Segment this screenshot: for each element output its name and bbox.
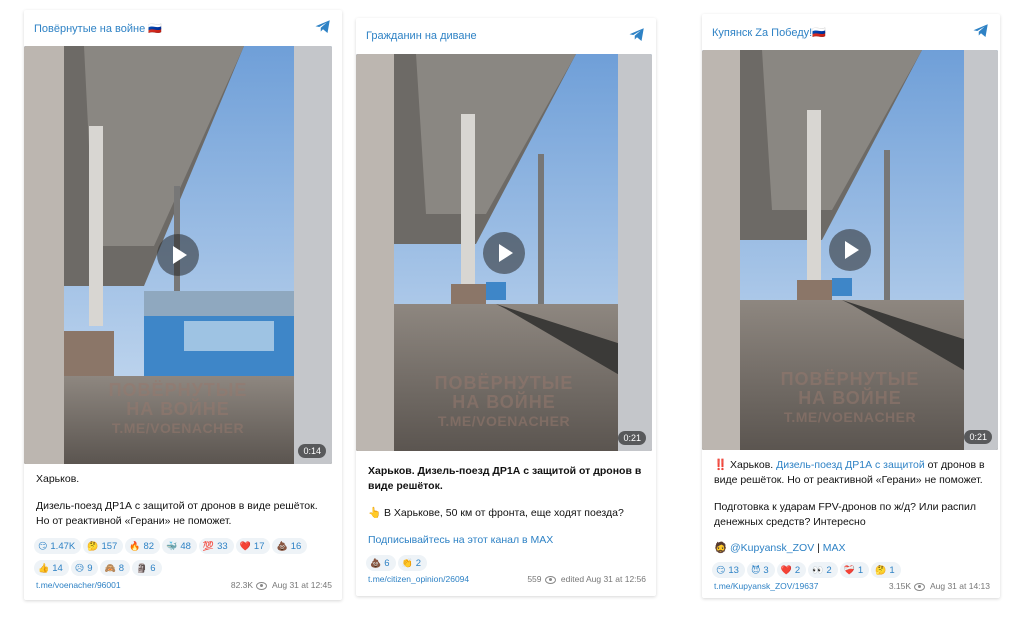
video-duration: 0:14 [298,444,326,458]
video-thumbnail[interactable]: ПОВЁРНУТЫЕ НА ВОЙНЕ T.ME/VOENACHER 0:21 [356,54,652,451]
post-text: ‼️ Харьков. Дизель-поезд ДР1А с защитой … [714,459,985,528]
play-button[interactable] [483,231,525,274]
thumbs-up-emoji-icon: 👍 [38,563,50,573]
telegram-icon[interactable] [972,22,990,40]
heart-emoji-icon: ❤️ [780,565,792,575]
reaction-emoji-icon: 🐳 [166,541,178,551]
video-thumbnail[interactable]: ПОВЁРНУТЫЕ НА ВОЙНЕ T.ME/VOENACHER 0:21 [702,50,998,450]
broken-heart-emoji-icon: ❤️‍🩹 [843,565,855,575]
watermark: ПОВЁРНУТЫЕ НА ВОЙНЕ T.ME/VOENACHER [780,369,920,426]
reaction-chip[interactable]: 💩 16 [272,538,308,554]
smirk-emoji-icon: 😏 [716,565,726,575]
play-button[interactable] [157,234,199,276]
reaction-chip[interactable]: 😈 3 [746,562,775,578]
view-count: 82.3K [230,580,254,590]
post-footer: t.me/Kupyansk_ZOV/19637 3.15K Aug 31 at … [714,581,990,595]
eye-icon [544,575,556,584]
signature: 🧔 @Kupyansk_ZOV | MAX [714,542,846,554]
reaction-chip[interactable]: 😏 1.47K [34,538,82,554]
double-exclamation-icon: ‼️ [714,459,728,471]
signature-handle[interactable]: @Kupyansk_ZOV [730,542,814,554]
poo-emoji-icon: 💩 [370,558,382,568]
post-text: Харьков. Дизель-поезд ДР1А с защитой от … [368,465,642,492]
crying-emoji-icon: 😥 [74,563,85,573]
fire-emoji-icon: 🔥 [129,541,141,551]
reaction-chip[interactable]: 👍 14 [34,560,69,576]
post-meta: 82.3K Aug 31 at 12:45 [231,580,332,590]
reaction-chip[interactable]: 🤔 157 [83,538,124,554]
post-date: Aug 31 at 12:56 [585,574,646,584]
eye-icon [914,582,926,591]
channel-name[interactable]: Гражданин на диване [366,30,477,42]
reaction-chip[interactable]: ❤️ 17 [235,538,271,554]
video-duration: 0:21 [618,431,646,445]
reaction-chip[interactable]: 🐳 48 [162,538,197,554]
eye-icon [256,581,268,590]
reaction-chip[interactable]: 🤔 1 [871,562,901,578]
smirk-emoji-icon: 😏 [38,541,48,551]
reaction-chip[interactable]: 👀 2 [808,562,838,578]
post-header: Купянск Za Победу!🇷🇺 [712,14,990,50]
reaction-chip[interactable]: 👏 2 [397,555,428,571]
reaction-chip[interactable]: 😏 13 [712,562,745,578]
reaction-chip[interactable]: ❤️ 2 [776,562,807,578]
post-footer: t.me/voenacher/96001 82.3K Aug 31 at 12:… [36,580,332,594]
post-date: Aug 31 at 14:13 [929,581,990,591]
view-count: 559 [527,574,542,584]
channel-name[interactable]: Купянск Za Победу!🇷🇺 [712,26,826,39]
reaction-chip[interactable]: 🗿 6 [132,560,162,576]
reactions: 😏 13 😈 3 ❤️ 2 👀 2 ❤️‍🩹 1 🤔 1 [712,560,990,582]
reaction-chip[interactable]: 💩 6 [366,555,396,571]
post-date: Aug 31 at 12:45 [271,580,332,590]
play-button[interactable] [829,229,871,271]
thinking-emoji-icon: 🤔 [87,541,99,551]
telegram-icon[interactable] [628,26,646,44]
poo-emoji-icon: 💩 [276,541,288,551]
reaction-chip[interactable]: 😥 9 [70,560,99,576]
view-count: 3.15K [888,581,912,591]
post-meta: 3.15K Aug 31 at 14:13 [889,581,990,591]
heart-emoji-icon: ❤️ [239,541,251,551]
post-card-2: Гражданин на диване ПОВЁРНУТЫЕ НА ВОЙНЕ … [356,18,656,596]
post-text: Харьков. Дизель-поезд ДР1А с защитой от … [36,473,318,527]
post-header: Гражданин на диване [366,18,646,54]
post-meta: 559 edited Aug 31 at 12:56 [527,574,646,584]
watermark: ПОВЁРНУТЫЕ НА ВОЙНЕ T.ME/VOENACHER [108,380,248,437]
subscribe-link[interactable]: Подписывайтесь на этот канал в MAX [368,533,644,548]
telegram-icon[interactable] [314,18,332,36]
reaction-chip[interactable]: 🔥 82 [125,538,161,554]
reaction-chip[interactable]: 💯 33 [198,538,234,554]
see-no-evil-emoji-icon: 🙈 [104,563,116,573]
reactions: 😏 1.47K 🤔 157 🔥 82 🐳 48 💯 33 ❤️ 17 💩 16 👍 14 😥 9 🙈 8 🗿 6 [34,536,332,580]
post-link[interactable]: t.me/voenacher/96001 [36,580,121,590]
post-card-3: Купянск Za Победу!🇷🇺 ПОВЁРНУТЫЕ НА ВОЙНЕ… [702,14,1000,598]
watermark: ПОВЁРНУТЫЕ НА ВОЙНЕ T.ME/VOENACHER [434,373,574,430]
post-link[interactable]: t.me/Kupyansk_ZOV/19637 [714,581,818,591]
post-link[interactable]: t.me/citizen_opinion/26094 [368,574,469,584]
post-text-2: 👆 В Харькове, 50 км от фронта, еще ходят… [368,507,624,519]
post-card-1: Повёрнутые на войне 🇷🇺 ПОВЁРНУТЫЕ НА ВОЙ… [24,10,342,600]
signature-max-link[interactable]: MAX [823,542,846,554]
avatar-icon: 🧔 [714,542,728,554]
post-footer: t.me/citizen_opinion/26094 559 edited Au… [368,574,646,588]
reactions: 💩 6 👏 2 [366,553,646,575]
reaction-chip[interactable]: ❤️‍🩹 1 [839,562,870,578]
clap-emoji-icon: 👏 [401,558,413,568]
edited-label: edited [560,574,585,584]
thinking-emoji-icon: 🤔 [875,565,887,575]
reaction-emoji-icon-2: 🗿 [136,563,148,573]
video-duration: 0:21 [964,430,992,444]
hundred-emoji-icon: 💯 [202,541,215,551]
reaction-chip[interactable]: 🙈 8 [100,560,130,576]
devil-emoji-icon: 😈 [750,565,761,575]
post-header: Повёрнутые на войне 🇷🇺 [34,10,332,46]
eyes-emoji-icon: 👀 [812,565,824,575]
channel-name[interactable]: Повёрнутые на войне 🇷🇺 [34,22,162,35]
inline-link[interactable]: Дизель-поезд ДР1А с защитой [776,459,925,471]
video-thumbnail[interactable]: ПОВЁРНУТЫЕ НА ВОЙНЕ T.ME/VOENACHER 0:14 [24,46,332,464]
